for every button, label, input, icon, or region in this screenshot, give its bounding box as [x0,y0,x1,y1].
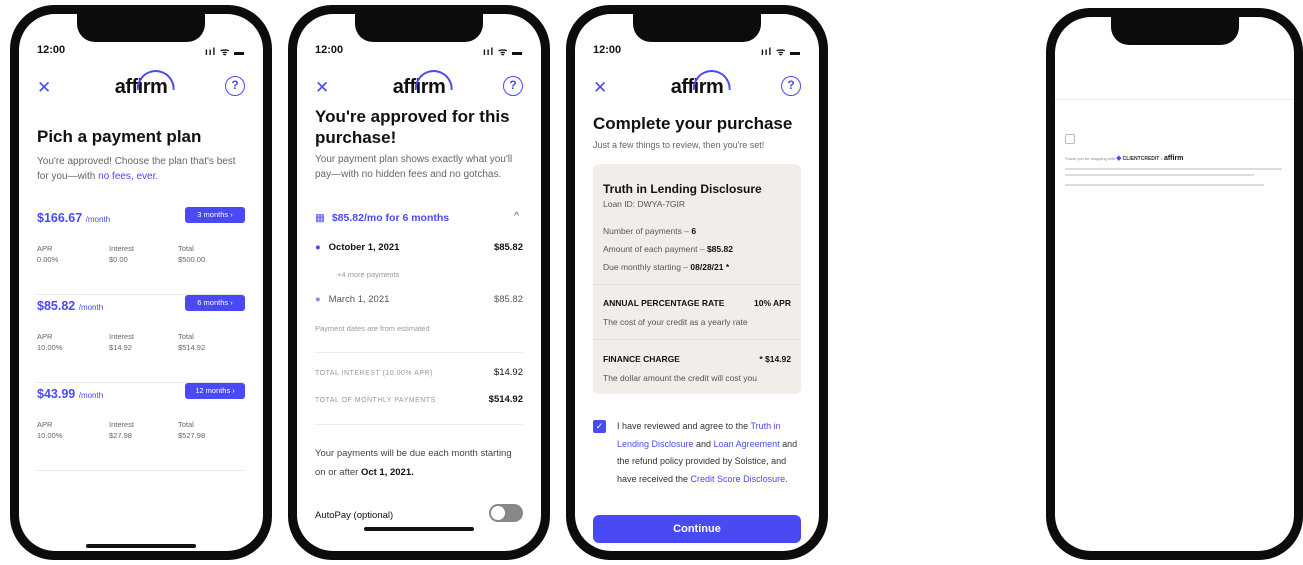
status-bar: 12:00 ııl ᯤ ▬ [37,44,245,58]
affirm-logo: affirm [671,70,731,99]
thanks-line: Thank you for shopping with ◆ CLIENTCRED… [1065,155,1184,162]
agree-checkbox[interactable]: ✓ [593,420,606,433]
status-icons: ııl ᯤ ▬ [204,47,245,58]
home-indicator [86,544,196,548]
plan-option[interactable]: $43.99 /month 12 months › APR 10.00% Inte… [37,383,245,471]
plan-term-button[interactable]: 3 months › [185,207,245,223]
plan-price: $166.67 /month [37,211,111,225]
tila-card[interactable]: Truth in Lending Disclosure Loan ID: DWY… [593,164,801,394]
payment-amount: Amount of each payment – $85.82 [603,244,733,254]
chevron-up-icon[interactable]: ^ [514,210,519,222]
plan-price: $43.99 /month [37,387,104,401]
calendar-icon: ▦ [315,212,325,224]
payment-row: ● March 1, 2021 $85.82 [315,294,523,305]
payment-row: ● October 1, 2021 $85.82 [315,242,523,253]
close-icon[interactable]: ✕ [593,78,607,98]
date-note: Payment dates are from estimated [315,324,430,333]
finance-value: * $14.92 [759,354,791,364]
screen: Thank you for shopping with ◆ CLIENTCRED… [1055,17,1294,551]
client-logo-icon: ◆ [1116,155,1122,162]
divider [315,424,523,425]
apr-col: APR 10.00% [37,420,63,440]
home-indicator [364,527,474,531]
screen: 12:00 ııl ᯤ ▬ ✕ affirm ? Complete your p… [575,14,819,551]
due-text: Your payments will be due each month sta… [315,448,512,478]
affirm-logo: affirm [393,70,453,99]
page-title: You're approved for this purchase! [315,107,510,147]
screen: 12:00 ııl ᯤ ▬ ✕ affirm ? You're approved… [297,14,541,551]
top-bar: ✕ affirm ? [37,70,245,104]
plan-summary[interactable]: ▦ $85.82/mo for 6 months ^ [315,210,523,224]
phone-approved: 12:00 ııl ᯤ ▬ ✕ affirm ? You're approved… [288,5,550,560]
help-icon[interactable]: ? [503,76,523,96]
tila-title: Truth in Lending Disclosure [603,182,762,196]
page-title: Complete your purchase [593,114,793,133]
interest-col: Interest $14.92 [109,332,135,352]
top-bar: ✕ affirm ? [593,70,801,104]
status-icons: ııl ᯤ ▬ [482,47,523,58]
more-payments: +4 more payments [337,270,400,279]
status-bar: 12:00 ııl ᯤ ▬ [593,44,801,58]
plan-term-button[interactable]: 6 months › [185,295,245,311]
status-bar: 12:00 ııl ᯤ ▬ [315,44,523,58]
screen: 12:00 ııl ᯤ ▬ ✕ affirm ? Pich a payment … [19,14,263,551]
interest-col: Interest $27.98 [109,420,135,440]
phone-complete-purchase: 12:00 ııl ᯤ ▬ ✕ affirm ? Complete your p… [566,5,828,560]
plan-term-button[interactable]: 12 months › [185,383,245,399]
total-col: Total $514.92 [178,332,206,352]
due-start: Due monthly starting – 08/28/21 * [603,262,730,272]
shield-icon [1065,134,1075,144]
status-time: 12:00 [593,44,622,56]
phone-plan-select: 12:00 ııl ᯤ ▬ ✕ affirm ? Pich a payment … [10,5,272,560]
notch [77,14,205,42]
total-payments-row: TOTAL OF MONTHLY PAYMENTS $514.92 [315,394,523,405]
plan-price: $85.82 /month [37,299,104,313]
text-line [1065,184,1264,186]
status-time: 12:00 [37,44,66,56]
affirm-logo: affirm [115,70,175,99]
apr-value: 10% APR [753,298,791,308]
close-icon[interactable]: ✕ [37,78,51,98]
page-subtitle: Your payment plan shows exactly what you… [315,154,513,180]
loan-agreement-link[interactable]: Loan Agreement [714,439,780,449]
notch [1110,17,1239,45]
agree-text: I have reviewed and agree to the Truth i… [617,421,798,484]
notch [355,14,483,42]
help-icon[interactable]: ? [781,76,801,96]
top-bar: ✕ affirm ? [315,70,523,104]
total-col: Total $527.98 [178,420,206,440]
num-payments: Number of payments – 6 [603,226,697,236]
no-fees-link[interactable]: no fees, ever. [98,171,158,182]
autopay-toggle[interactable] [489,504,523,522]
status-icons: ııl ᯤ ▬ [760,47,801,58]
help-icon[interactable]: ? [225,76,245,96]
page-subtitle: Just a few things to review, then you're… [593,140,765,150]
plan-option[interactable]: $166.67 /month 3 months › APR 0.00% Inter… [37,207,245,295]
page-title: Pich a payment plan [37,127,202,146]
total-col: Total $500.00 [178,244,206,264]
total-interest-row: TOTAL INTEREST (10.00% APR) $14.92 [315,367,523,378]
credit-score-link[interactable]: Credit Score Disclosure [691,474,786,484]
apr-desc: The cost of your credit as a yearly rate [603,317,748,327]
text-line [1065,174,1254,176]
divider [593,284,801,285]
continue-button[interactable]: Continue [593,515,801,543]
page-subtitle: You're approved! Choose the plan that's … [37,156,236,182]
phone-confirmation: Thank you for shopping with ◆ CLIENTCRED… [1046,8,1303,560]
divider [1055,99,1294,100]
close-icon[interactable]: ✕ [315,78,329,98]
divider [593,339,801,340]
apr-col: APR 0.00% [37,244,59,264]
interest-col: Interest $0.00 [109,244,135,264]
divider [315,352,523,353]
loan-id: Loan ID: DWYA-7GIR [603,199,686,209]
status-time: 12:00 [315,44,344,56]
text-line [1065,168,1282,170]
notch [633,14,761,42]
plan-option[interactable]: $85.82 /month 6 months › APR 10.00% Inter… [37,295,245,383]
apr-col: APR 10.00% [37,332,63,352]
finance-desc: The dollar amount the credit will cost y… [603,373,758,383]
